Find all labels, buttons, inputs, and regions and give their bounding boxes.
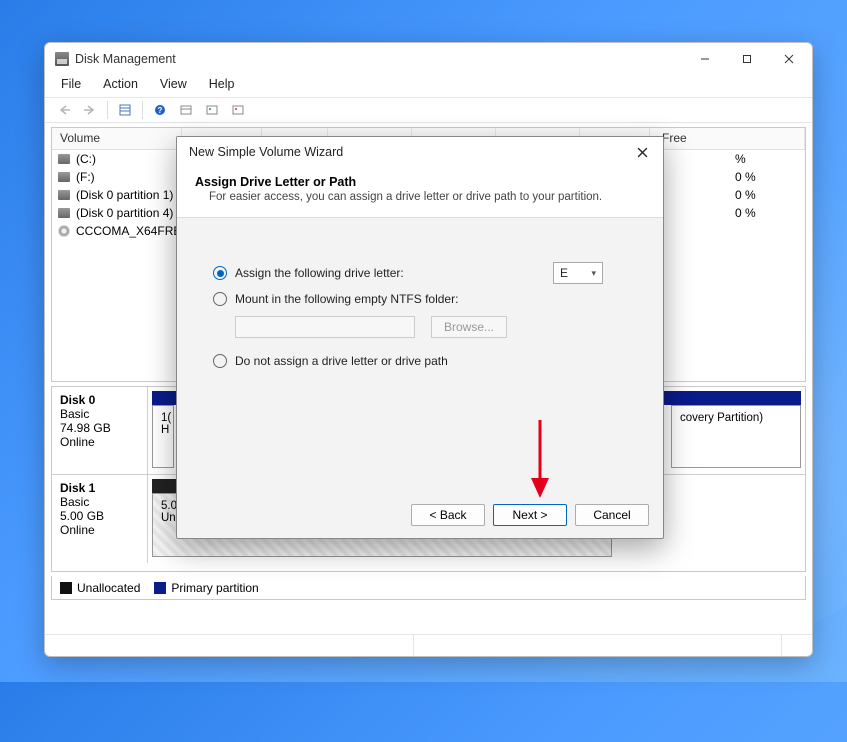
option-assign-letter[interactable]: Assign the following drive letter: E▾ [213, 260, 633, 286]
drive-icon [58, 190, 70, 200]
disc-icon [58, 225, 70, 237]
dialog-title: New Simple Volume Wizard [189, 145, 343, 159]
minimize-button[interactable] [684, 45, 726, 73]
new-volume-wizard-dialog: New Simple Volume Wizard Assign Drive Le… [176, 136, 664, 539]
nav-forward-button[interactable] [77, 99, 103, 121]
menubar: File Action View Help [45, 75, 812, 97]
menu-action[interactable]: Action [93, 75, 148, 97]
back-button[interactable]: < Back [411, 504, 485, 526]
disk-info[interactable]: Disk 1 Basic 5.00 GB Online [52, 475, 148, 563]
browse-button: Browse... [431, 316, 507, 338]
svg-text:?: ? [158, 106, 163, 115]
toolbar-button-1[interactable] [112, 99, 138, 121]
cancel-button[interactable]: Cancel [575, 504, 649, 526]
radio-icon [213, 266, 227, 280]
statusbar [45, 634, 812, 656]
partition-box[interactable]: covery Partition) [671, 405, 801, 468]
dialog-close-button[interactable] [627, 140, 657, 164]
legend-unallocated: Unallocated [60, 581, 140, 595]
option-mount-folder[interactable]: Mount in the following empty NTFS folder… [213, 286, 633, 312]
toolbar-button-3[interactable] [173, 99, 199, 121]
close-button[interactable] [768, 45, 810, 73]
drive-icon [58, 154, 70, 164]
app-icon [55, 52, 69, 66]
partition-box[interactable]: 1( H [152, 405, 174, 468]
legend-primary: Primary partition [154, 581, 258, 595]
toolbar-button-5[interactable] [225, 99, 251, 121]
nav-back-button[interactable] [51, 99, 77, 121]
titlebar: Disk Management [45, 43, 812, 75]
drive-letter-select[interactable]: E▾ [553, 262, 603, 284]
col-volume[interactable]: Volume [52, 128, 182, 149]
toolbar-button-4[interactable] [199, 99, 225, 121]
menu-help[interactable]: Help [199, 75, 245, 97]
disk-info[interactable]: Disk 0 Basic 74.98 GB Online [52, 387, 148, 474]
drive-icon [58, 208, 70, 218]
drive-icon [58, 172, 70, 182]
help-button[interactable]: ? [147, 99, 173, 121]
radio-icon [213, 354, 227, 368]
radio-icon [213, 292, 227, 306]
toolbar: ? [45, 97, 812, 123]
option-no-assign[interactable]: Do not assign a drive letter or drive pa… [213, 348, 633, 374]
menu-view[interactable]: View [150, 75, 197, 97]
dialog-heading: Assign Drive Letter or Path [195, 175, 645, 189]
dialog-subheading: For easier access, you can assign a driv… [195, 189, 645, 203]
legend: Unallocated Primary partition [51, 576, 806, 600]
col-free[interactable]: Free [650, 128, 805, 149]
menu-file[interactable]: File [51, 75, 91, 97]
chevron-down-icon: ▾ [591, 268, 596, 279]
mount-path-input [235, 316, 415, 338]
next-button[interactable]: Next > [493, 504, 567, 526]
window-title: Disk Management [75, 52, 176, 66]
maximize-button[interactable] [726, 45, 768, 73]
